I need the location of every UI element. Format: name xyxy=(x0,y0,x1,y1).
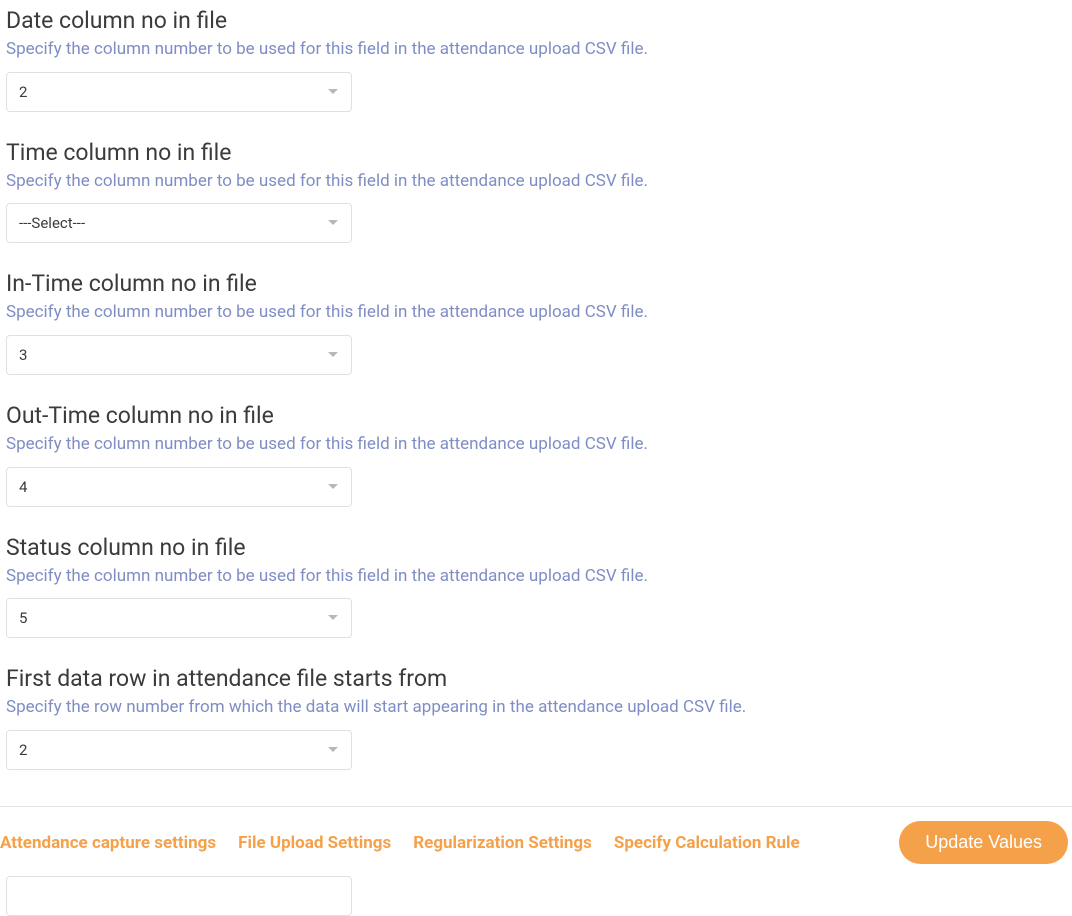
field-time-column: Time column no in file Specify the colum… xyxy=(6,138,1066,244)
field-description: Specify the column number to be used for… xyxy=(6,565,1066,589)
time-column-select[interactable]: ---Select--- xyxy=(6,203,352,243)
first-data-row-select-wrapper: 2 xyxy=(6,730,352,770)
field-description: Specify the column number to be used for… xyxy=(6,433,1066,457)
field-description: Specify the column number to be used for… xyxy=(6,170,1066,194)
update-values-button[interactable]: Update Values xyxy=(899,821,1068,864)
in-time-column-select-wrapper: 3 xyxy=(6,335,352,375)
status-column-select[interactable]: 5 xyxy=(6,598,352,638)
field-label: Out-Time column no in file xyxy=(6,401,1066,431)
field-label: In-Time column no in file xyxy=(6,269,1066,299)
field-label: First data row in attendance file starts… xyxy=(6,664,1066,694)
tab-regularization-settings[interactable]: Regularization Settings xyxy=(413,833,592,853)
field-status-column: Status column no in file Specify the col… xyxy=(6,533,1066,639)
tab-attendance-capture-settings[interactable]: Attendance capture settings xyxy=(0,833,216,853)
time-column-select-wrapper: ---Select--- xyxy=(6,203,352,243)
field-description: Specify the column number to be used for… xyxy=(6,301,1066,325)
in-time-column-select[interactable]: 3 xyxy=(6,335,352,375)
attendance-upload-form: Date column no in file Specify the colum… xyxy=(0,0,1072,802)
field-first-data-row: First data row in attendance file starts… xyxy=(6,664,1066,770)
extra-text-input[interactable] xyxy=(6,876,352,916)
field-label: Date column no in file xyxy=(6,6,1066,36)
date-column-select[interactable]: 2 xyxy=(6,72,352,112)
date-column-select-wrapper: 2 xyxy=(6,72,352,112)
field-label: Status column no in file xyxy=(6,533,1066,563)
field-description: Specify the column number to be used for… xyxy=(6,38,1066,62)
footer-tabs: Attendance capture settings File Upload … xyxy=(0,833,800,853)
tab-specify-calculation-rule[interactable]: Specify Calculation Rule xyxy=(614,833,800,853)
out-time-column-select-wrapper: 4 xyxy=(6,467,352,507)
footer-bar: Attendance capture settings File Upload … xyxy=(0,807,1072,864)
field-out-time-column: Out-Time column no in file Specify the c… xyxy=(6,401,1066,507)
status-column-select-wrapper: 5 xyxy=(6,598,352,638)
out-time-column-select[interactable]: 4 xyxy=(6,467,352,507)
first-data-row-select[interactable]: 2 xyxy=(6,730,352,770)
field-in-time-column: In-Time column no in file Specify the co… xyxy=(6,269,1066,375)
field-description: Specify the row number from which the da… xyxy=(6,696,1066,720)
field-date-column: Date column no in file Specify the colum… xyxy=(6,6,1066,112)
field-label: Time column no in file xyxy=(6,138,1066,168)
tab-file-upload-settings[interactable]: File Upload Settings xyxy=(238,833,391,853)
